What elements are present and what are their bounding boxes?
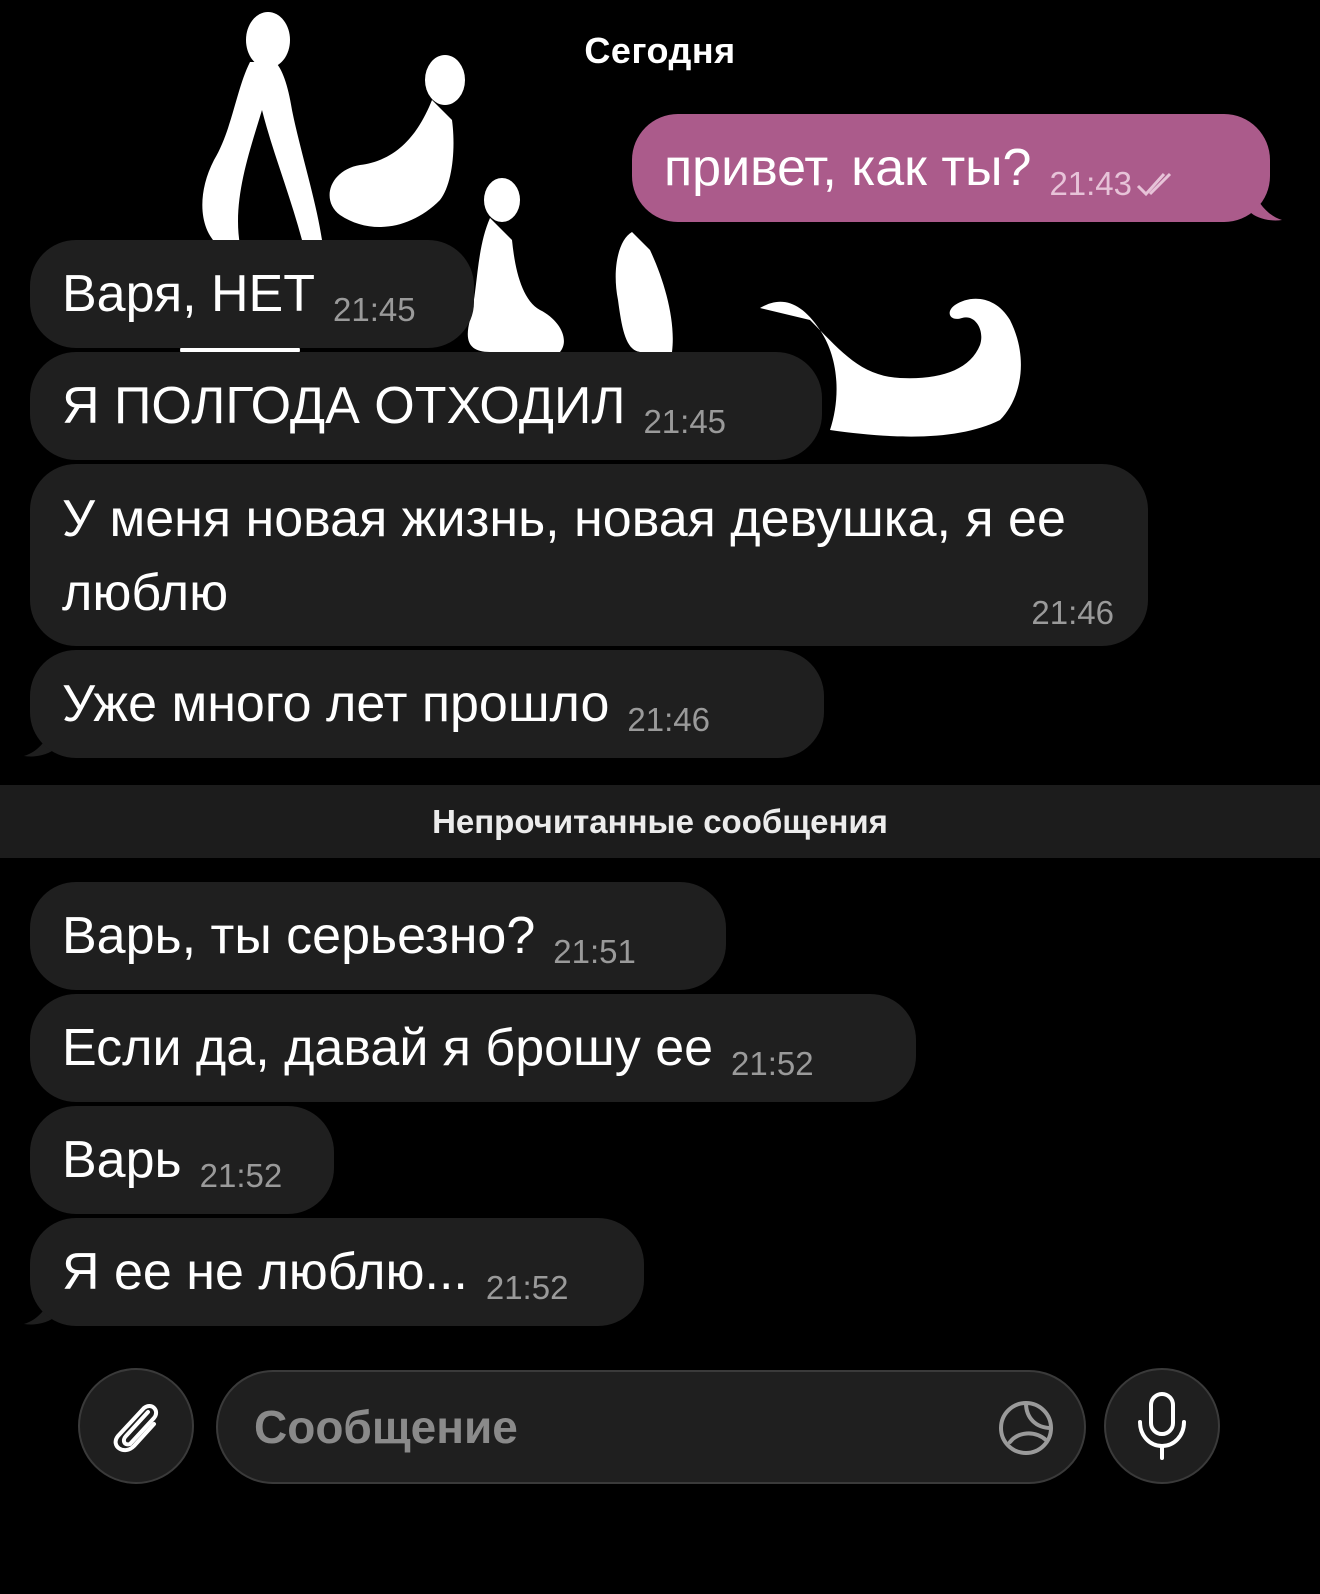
message-text: Я ее не люблю... — [62, 1243, 468, 1301]
message-text: Варя, НЕТ — [62, 265, 315, 323]
message-time: 21:46 — [1031, 594, 1114, 631]
message-time: 21:46 — [627, 701, 710, 738]
message-text: Я ПОЛГОДА ОТХОДИЛ — [62, 377, 626, 435]
attach-button[interactable] — [78, 1368, 194, 1484]
message-bubble-incoming[interactable]: У меня новая жизнь, новая девушка, я ее … — [30, 464, 1148, 646]
sticker-icon[interactable] — [996, 1398, 1056, 1458]
message-time: 21:51 — [553, 933, 636, 970]
message-text: У меня новая жизнь, новая девушка, я ее … — [62, 490, 1066, 622]
message-bubble-outgoing[interactable]: привет, как ты? 21:43 — [632, 114, 1270, 222]
message-bubble-incoming[interactable]: Варя, НЕТ 21:45 — [30, 240, 474, 348]
message-input-field[interactable] — [216, 1370, 1086, 1484]
paperclip-icon — [113, 1404, 159, 1453]
message-text: Если да, давай я брошу ее — [62, 1019, 714, 1077]
microphone-icon — [1138, 1392, 1186, 1460]
message-text: привет, как ты? — [664, 139, 1032, 197]
double-check-icon — [1136, 172, 1172, 197]
message-bubble-incoming[interactable]: Уже много лет прошло 21:46 — [30, 650, 824, 758]
message-text: Варь, ты серьезно? — [62, 907, 536, 965]
message-time: 21:45 — [643, 403, 727, 440]
message-time: 21:52 — [731, 1045, 814, 1082]
date-separator: Сегодня — [584, 30, 736, 71]
message-bubble-incoming[interactable]: Варь 21:52 — [30, 1106, 334, 1214]
unread-messages-separator: Непрочитанные сообщения — [0, 785, 1320, 858]
message-bubble-incoming[interactable]: Я ее не люблю... 21:52 — [30, 1218, 644, 1326]
message-text: Уже много лет прошло — [62, 675, 610, 733]
voice-record-button[interactable] — [1104, 1368, 1220, 1484]
message-time: 21:52 — [199, 1157, 283, 1194]
message-bubble-incoming[interactable]: Варь, ты серьезно? 21:51 — [30, 882, 726, 990]
message-input[interactable] — [252, 1399, 976, 1455]
message-time: 21:52 — [485, 1269, 569, 1306]
message-time: 21:45 — [333, 291, 416, 328]
message-time: 21:43 — [1049, 165, 1133, 202]
message-bubble-incoming[interactable]: Если да, давай я брошу ее 21:52 — [30, 994, 916, 1102]
message-text: Варь — [62, 1131, 182, 1189]
message-bubble-incoming[interactable]: Я ПОЛГОДА ОТХОДИЛ 21:45 — [30, 352, 822, 460]
